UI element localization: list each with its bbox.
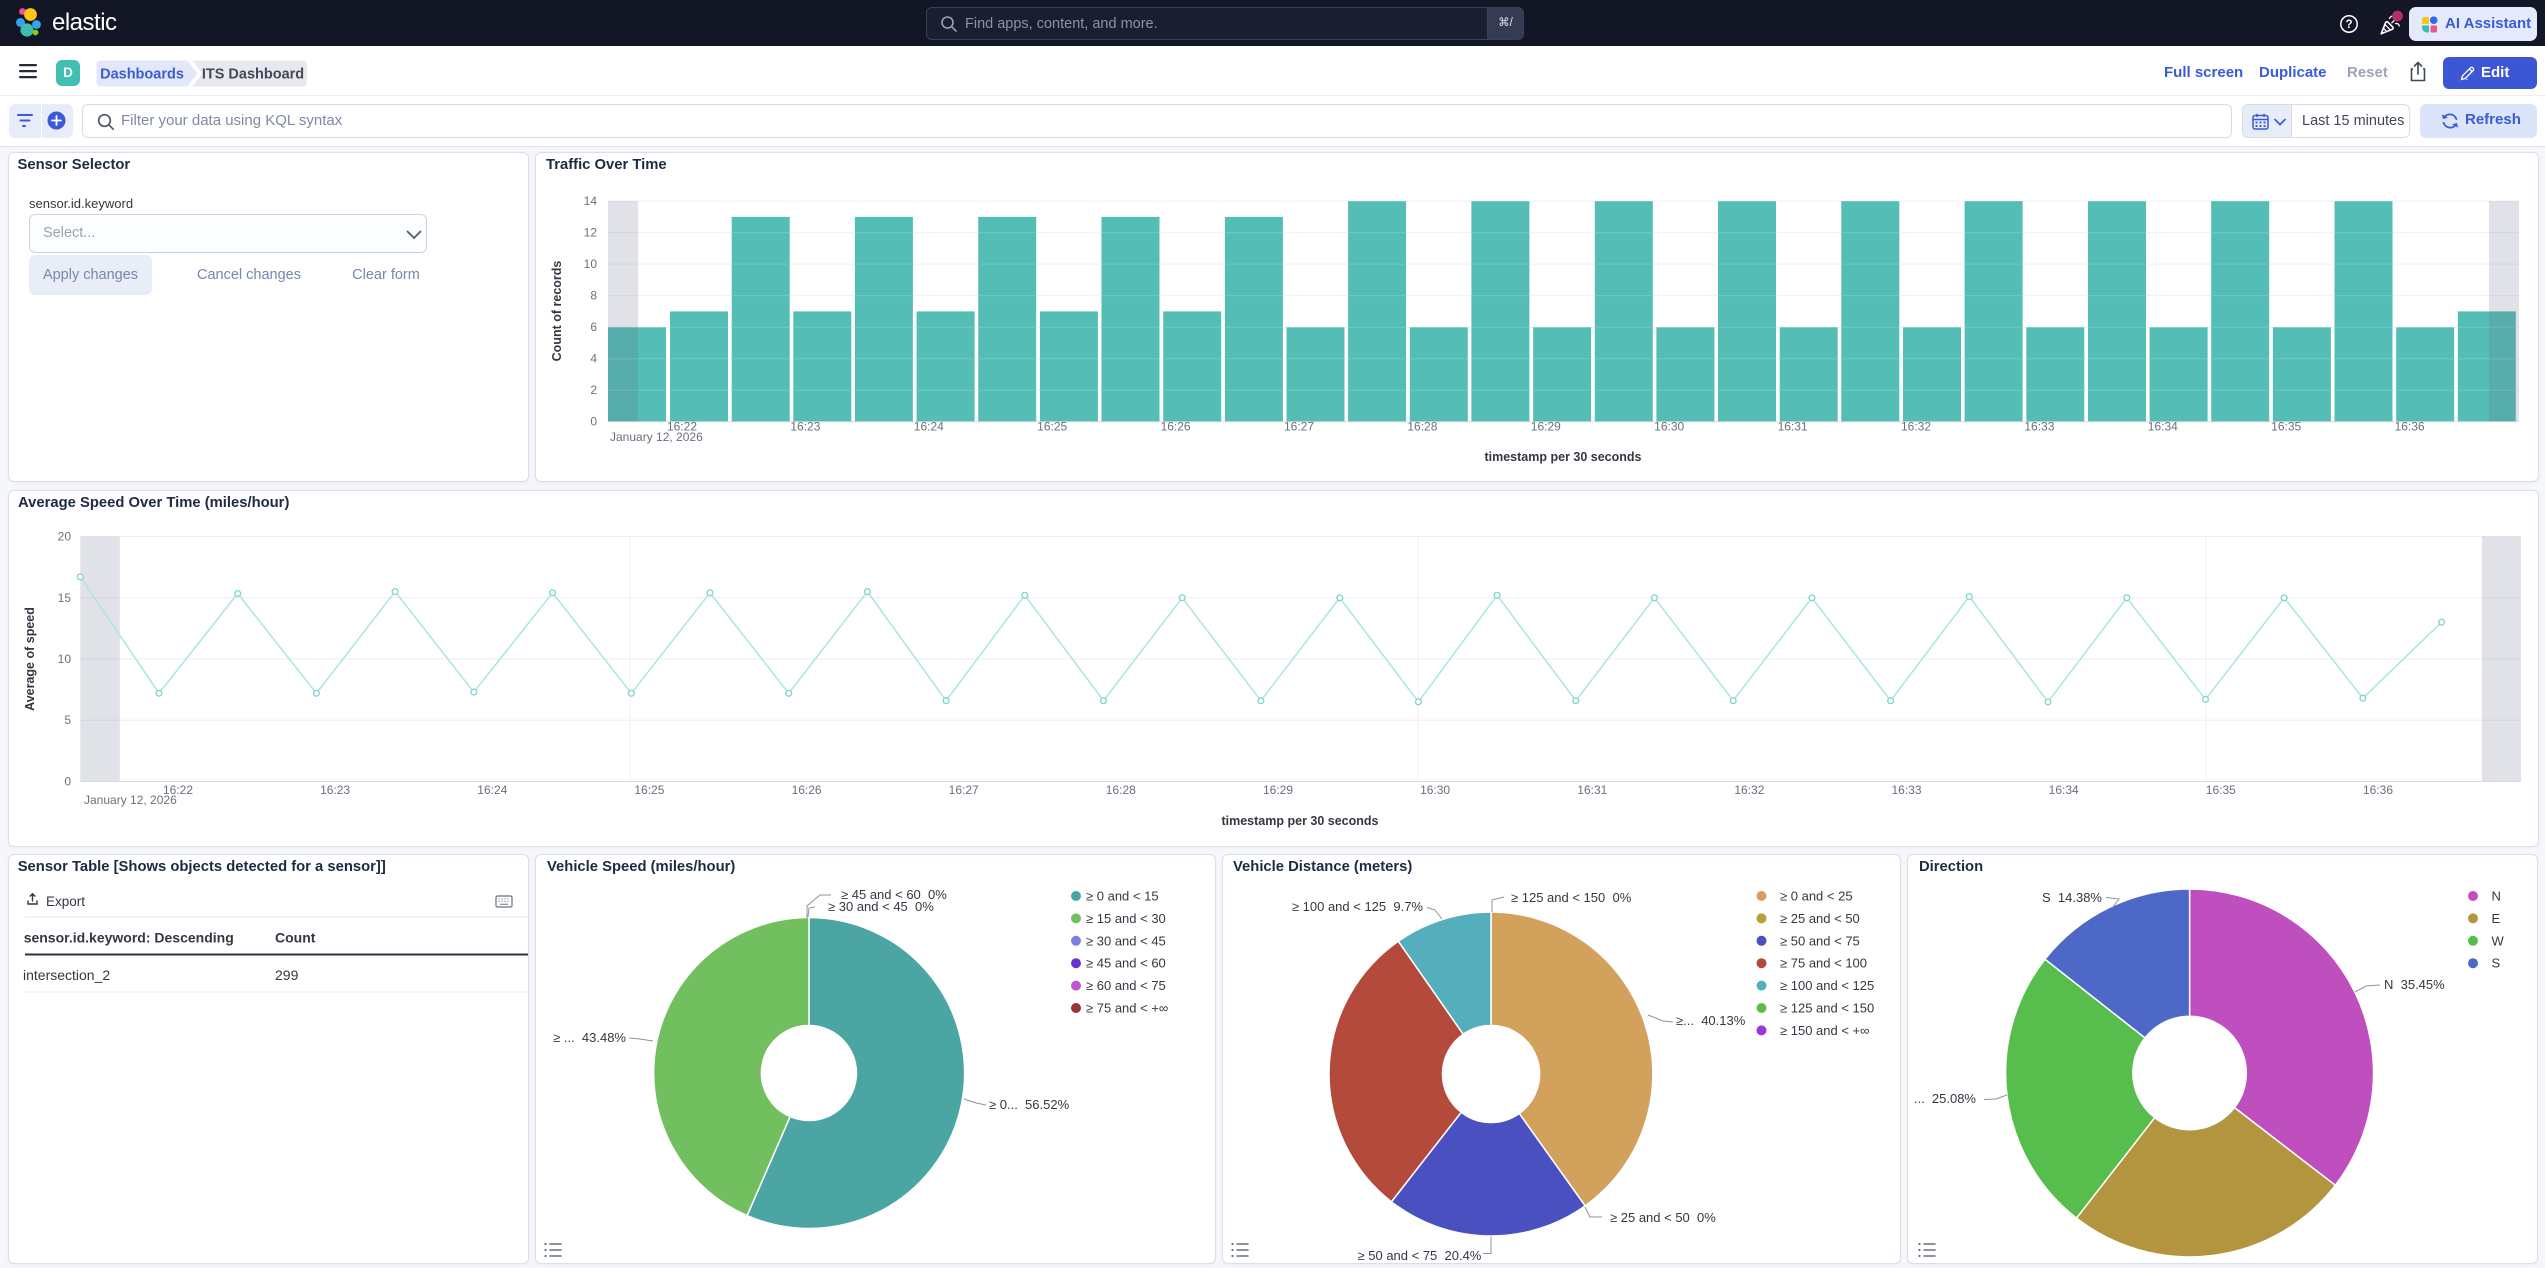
svg-text:16:26: 16:26 [1161, 420, 1191, 434]
svg-text:16:30: 16:30 [1420, 783, 1450, 797]
svg-text:≥ 100 and < 125: ≥ 100 and < 125 [1780, 978, 1874, 993]
svg-text:?: ? [2345, 19, 2352, 31]
svg-text:15: 15 [58, 591, 72, 605]
svg-text:≥ 25 and < 50 0%: ≥ 25 and < 50 0% [1610, 1210, 1716, 1225]
svg-text:≥ 60 and < 75: ≥ 60 and < 75 [1086, 978, 1166, 993]
svg-text:16:29: 16:29 [1263, 783, 1293, 797]
svg-text:≥ 0... 56.52%: ≥ 0... 56.52% [989, 1097, 1070, 1112]
svg-text:4: 4 [590, 352, 597, 366]
svg-text:timestamp per 30 seconds: timestamp per 30 seconds [1484, 450, 1641, 464]
svg-text:≥ 50 and < 75 20.4%: ≥ 50 and < 75 20.4% [1358, 1248, 1482, 1263]
svg-text:16:24: 16:24 [477, 783, 507, 797]
svg-text:≥... 40.13%: ≥... 40.13% [1676, 1013, 1746, 1028]
svg-text:16:31: 16:31 [1577, 783, 1607, 797]
svg-text:2: 2 [590, 383, 597, 397]
svg-text:16:23: 16:23 [790, 420, 820, 434]
svg-text:≥ 0 and < 25: ≥ 0 and < 25 [1780, 889, 1853, 904]
svg-text:16:36: 16:36 [2395, 420, 2425, 434]
svg-text:≥ 0 and < 15: ≥ 0 and < 15 [1086, 889, 1159, 904]
svg-text:E: E [2492, 911, 2501, 926]
svg-text:16:33: 16:33 [2024, 420, 2054, 434]
svg-text:≥ 25 and < 50: ≥ 25 and < 50 [1780, 911, 1860, 926]
svg-text:16:28: 16:28 [1106, 783, 1136, 797]
svg-text:≥ 75 and < +∞: ≥ 75 and < +∞ [1086, 1001, 1168, 1016]
svg-text:Export: Export [46, 894, 85, 909]
svg-text:16:23: 16:23 [320, 783, 350, 797]
svg-text:12: 12 [584, 226, 598, 240]
svg-text:S: S [2492, 956, 2501, 971]
svg-text:Count of records: Count of records [550, 261, 564, 362]
svg-text:timestamp per 30 seconds: timestamp per 30 seconds [1221, 814, 1378, 828]
svg-text:N 35.45%: N 35.45% [2384, 977, 2445, 992]
svg-text:... 25.08%: ... 25.08% [1914, 1091, 1977, 1106]
svg-text:≥ 50 and < 75: ≥ 50 and < 75 [1780, 933, 1860, 948]
svg-text:W: W [2492, 933, 2505, 948]
svg-text:16:28: 16:28 [1407, 420, 1437, 434]
svg-text:16:32: 16:32 [1734, 783, 1764, 797]
svg-text:10: 10 [584, 257, 598, 271]
svg-text:16:32: 16:32 [1901, 420, 1931, 434]
svg-text:Count: Count [275, 930, 316, 946]
svg-text:N: N [2492, 889, 2501, 904]
svg-text:299: 299 [275, 967, 299, 983]
svg-text:6: 6 [590, 320, 597, 334]
svg-text:≥ 15 and < 30: ≥ 15 and < 30 [1086, 911, 1166, 926]
svg-text:20: 20 [58, 530, 72, 544]
svg-text:≥ 150 and < +∞: ≥ 150 and < +∞ [1780, 1023, 1869, 1038]
svg-text:ITS Dashboard: ITS Dashboard [202, 67, 304, 83]
svg-text:16:26: 16:26 [792, 783, 822, 797]
svg-text:≥ 125 and < 150: ≥ 125 and < 150 [1780, 1001, 1874, 1016]
svg-text:16:29: 16:29 [1531, 420, 1561, 434]
svg-text:8: 8 [590, 289, 597, 303]
svg-text:0: 0 [590, 415, 597, 429]
svg-text:Dashboards: Dashboards [100, 67, 184, 83]
svg-text:16:36: 16:36 [2363, 783, 2393, 797]
svg-text:16:27: 16:27 [949, 783, 979, 797]
svg-text:16:27: 16:27 [1284, 420, 1314, 434]
svg-text:≥ ... 43.48%: ≥ ... 43.48% [553, 1030, 626, 1045]
svg-text:16:35: 16:35 [2271, 420, 2301, 434]
svg-text:≥ 45 and < 60: ≥ 45 and < 60 [1086, 956, 1166, 971]
svg-text:16:30: 16:30 [1654, 420, 1684, 434]
svg-text:5: 5 [64, 713, 71, 727]
svg-text:16:31: 16:31 [1778, 420, 1808, 434]
svg-text:January 12, 2026: January 12, 2026 [84, 793, 177, 807]
svg-text:sensor.id.keyword: Descending: sensor.id.keyword: Descending [24, 930, 234, 946]
svg-text:16:25: 16:25 [634, 783, 664, 797]
svg-text:≥ 30 and < 45 0%: ≥ 30 and < 45 0% [828, 899, 934, 914]
svg-text:0: 0 [64, 775, 71, 789]
svg-text:16:33: 16:33 [1891, 783, 1921, 797]
svg-text:16:35: 16:35 [2206, 783, 2236, 797]
svg-text:16:34: 16:34 [2148, 420, 2178, 434]
svg-text:intersection_2: intersection_2 [23, 967, 110, 983]
svg-text:≥ 100 and < 125 9.7%: ≥ 100 and < 125 9.7% [1292, 899, 1424, 914]
svg-text:S 14.38%: S 14.38% [2042, 890, 2102, 905]
svg-text:≥ 30 and < 45: ≥ 30 and < 45 [1086, 933, 1166, 948]
svg-text:Average of speed: Average of speed [23, 607, 37, 711]
svg-text:≥ 75 and < 100: ≥ 75 and < 100 [1780, 956, 1867, 971]
svg-text:16:24: 16:24 [914, 420, 944, 434]
svg-text:10: 10 [58, 652, 72, 666]
svg-text:January 12, 2026: January 12, 2026 [610, 430, 703, 444]
svg-text:≥ 125 and < 150 0%: ≥ 125 and < 150 0% [1511, 890, 1632, 905]
svg-text:16:25: 16:25 [1037, 420, 1067, 434]
svg-text:16:34: 16:34 [2049, 783, 2079, 797]
svg-text:14: 14 [584, 194, 598, 208]
